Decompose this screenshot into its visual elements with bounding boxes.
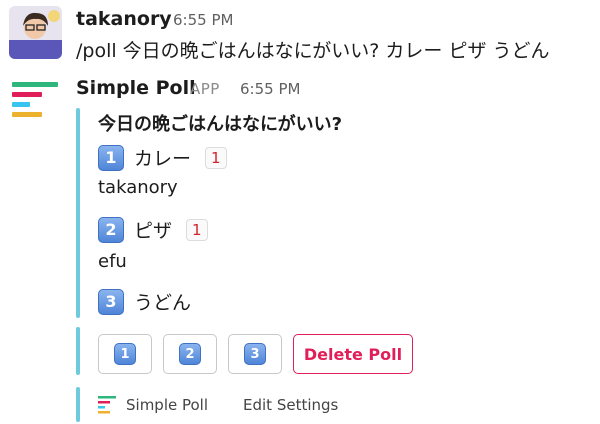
vote-button-1[interactable]: 1 (98, 334, 152, 374)
poll-option-2: 2 ピザ 1 (98, 216, 208, 243)
poll-question: 今日の晩ごはんはなにがいい? (98, 114, 343, 135)
simple-poll-footer-icon (98, 396, 118, 414)
user-avatar[interactable] (9, 6, 62, 59)
vote-button-3[interactable]: 3 (228, 334, 282, 374)
message-sender[interactable]: takanory (76, 8, 172, 30)
keycap-1-icon: 1 (114, 343, 136, 365)
attachment-bar (76, 387, 80, 422)
edit-settings-link[interactable]: Edit Settings (243, 396, 338, 414)
message-timestamp[interactable]: 6:55 PM (173, 11, 233, 29)
option-label: ピザ (134, 220, 173, 242)
bot-timestamp[interactable]: 6:55 PM (240, 80, 300, 98)
option-label: カレー (134, 148, 192, 170)
poll-option-1: 1 カレー 1 (98, 144, 227, 171)
keycap-2-icon: 2 (179, 343, 201, 365)
app-badge: APP (190, 80, 220, 98)
message-text: /poll 今日の晩ごはんはなにがいい? カレー ピザ うどん (76, 40, 550, 62)
attachment-bar (76, 108, 80, 318)
option-voters: efu (98, 251, 127, 272)
keycap-1-icon: 1 (98, 144, 124, 171)
option-voters: takanory (98, 177, 178, 198)
vote-button-2[interactable]: 2 (163, 334, 217, 374)
footer-app-name: Simple Poll (126, 396, 209, 414)
vote-count: 1 (205, 146, 227, 169)
keycap-2-icon: 2 (98, 216, 124, 243)
bot-name[interactable]: Simple Poll (76, 77, 196, 99)
poll-option-3: 3 うどん (98, 288, 191, 315)
keycap-3-icon: 3 (244, 343, 266, 365)
vote-count: 1 (186, 218, 208, 241)
attachment-bar (76, 327, 80, 375)
delete-poll-button[interactable]: Delete Poll (293, 334, 413, 374)
keycap-3-icon: 3 (98, 288, 124, 315)
simple-poll-app-icon[interactable] (12, 82, 62, 122)
option-label: うどん (134, 292, 192, 314)
